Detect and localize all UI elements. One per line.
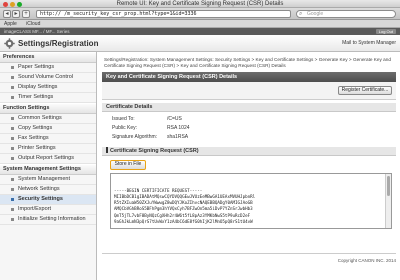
detail-row-public-key: Public Key: RSA 1024: [112, 125, 190, 132]
sidebar-item-copy-settings[interactable]: Copy Settings: [0, 124, 96, 134]
csr-textarea[interactable]: -----BEGIN CERTIFICATE REQUEST----- MIIB…: [110, 173, 392, 229]
add-icon[interactable]: +: [22, 10, 30, 18]
sidebar-item-label: Paper Settings: [18, 64, 55, 70]
detail-row-issued-to: Issued To: /C=US: [112, 116, 182, 123]
bullet-icon: [11, 147, 14, 150]
detail-label: Public Key:: [112, 125, 138, 131]
scrollbar-thumb[interactable]: [387, 176, 390, 196]
app-header: Settings/Registration Mail to System Man…: [0, 35, 400, 52]
sidebar-item-output-report[interactable]: Output Report Settings: [0, 154, 96, 164]
sidebar-item-label: Common Settings: [18, 115, 62, 121]
detail-value: /C=US: [167, 116, 182, 122]
page-title: Settings/Registration: [18, 39, 99, 48]
register-certificate-button[interactable]: Register Certificate...: [338, 86, 392, 95]
bullet-icon: [11, 66, 14, 69]
search-icon: ⌕: [299, 11, 303, 17]
sidebar-item-timer-settings[interactable]: Timer Settings: [0, 93, 96, 103]
sidebar-item-security-settings[interactable]: Security Settings: [0, 195, 96, 205]
back-icon[interactable]: ◂: [3, 10, 11, 18]
bullet-icon: [11, 127, 14, 130]
logout-button[interactable]: Log Out: [375, 29, 396, 34]
csr-heading: Certificate Signing Request (CSR): [102, 147, 396, 156]
bullet-icon: [11, 157, 14, 160]
sidebar-item-printer-settings[interactable]: Printer Settings: [0, 144, 96, 154]
csr-scrollbar[interactable]: [385, 174, 391, 228]
sidebar-item-label: Sound Volume Control: [18, 74, 74, 80]
sidebar-item-system-management[interactable]: System Management: [0, 175, 96, 185]
bullet-icon: [11, 218, 14, 221]
breadcrumb: Settings/Registration: System Management…: [104, 57, 392, 68]
mail-to-manager-link[interactable]: Mail to System Manager: [342, 40, 396, 47]
search-placeholder: Google: [307, 11, 324, 17]
bullet-icon: [11, 86, 14, 89]
bullet-icon: [11, 137, 14, 140]
bullet-icon: [11, 76, 14, 79]
window-title: Remote UI: Key and Certificate Signing R…: [116, 1, 284, 7]
sidebar-item-import-export[interactable]: Import/Export: [0, 205, 96, 215]
sidebar-group-preferences: Preferences: [0, 52, 96, 63]
sidebar-item-label: Copy Settings: [18, 125, 53, 131]
sidebar: Preferences Paper Settings Sound Volume …: [0, 52, 97, 280]
detail-label: Signature Algorithm:: [112, 134, 158, 140]
sidebar-item-label: Import/Export: [18, 206, 52, 212]
sidebar-item-display-settings[interactable]: Display Settings: [0, 83, 96, 93]
store-in-file-button[interactable]: Store in File: [110, 160, 146, 170]
sidebar-item-label: Output Report Settings: [18, 155, 74, 161]
sidebar-item-sound-volume[interactable]: Sound Volume Control: [0, 73, 96, 83]
panel-title: Key and Certificate Signing Request (CSR…: [102, 72, 396, 82]
footer-divider: [102, 253, 396, 254]
csr-heading-label: Certificate Signing Request (CSR): [110, 148, 199, 154]
sidebar-item-network-settings[interactable]: Network Settings: [0, 185, 96, 195]
bullet-icon: [11, 96, 14, 99]
browser-titlebar: Remote UI: Key and Certificate Signing R…: [0, 0, 400, 8]
bookmark-apple[interactable]: Apple: [4, 21, 17, 27]
sidebar-item-label: Display Settings: [18, 84, 58, 90]
bullet-icon: [11, 198, 14, 201]
bookmarks-bar: Apple iCloud: [0, 20, 400, 28]
copyright: Copyright CANON INC. 2014: [337, 258, 396, 263]
detail-value: sha1RSA: [167, 134, 189, 140]
bullet-icon: [11, 117, 14, 120]
sidebar-item-label: Security Settings: [18, 196, 63, 202]
sidebar-item-label: Printer Settings: [18, 145, 56, 151]
detail-row-signature-algorithm: Signature Algorithm: sha1RSA: [112, 134, 188, 141]
bookmark-icloud[interactable]: iCloud: [26, 21, 40, 27]
section-bar-icon: [106, 147, 108, 153]
sidebar-item-label: Network Settings: [18, 186, 60, 192]
detail-value: RSA 1024: [167, 125, 190, 131]
forward-icon[interactable]: ▸: [12, 10, 20, 18]
csr-text: -----BEGIN CERTIFICATE REQUEST----- MIIB…: [114, 187, 256, 225]
sidebar-group-system: System Management Settings: [0, 164, 96, 175]
address-bar[interactable]: http:// /m_security_key_csr_prop.html?ty…: [36, 10, 291, 18]
sidebar-item-fax-settings[interactable]: Fax Settings: [0, 134, 96, 144]
sidebar-item-label: System Management: [18, 176, 70, 182]
main-content: Settings/Registration: System Management…: [98, 52, 400, 280]
bullet-icon: [11, 208, 14, 211]
certificate-details-heading: Certificate Details: [102, 103, 396, 112]
settings-gear-icon: [4, 38, 15, 49]
sidebar-item-label: Initialize Setting Information: [18, 216, 86, 222]
browser-toolbar: ◂ ▸ + http:// /m_security_key_csr_prop.h…: [0, 8, 400, 20]
search-input[interactable]: ⌕ Google: [296, 10, 396, 18]
app-topbar: imageCLASS MF... / MF... Series Log Out: [0, 28, 400, 35]
sidebar-item-initialize[interactable]: Initialize Setting Information: [0, 215, 96, 225]
sidebar-item-paper-settings[interactable]: Paper Settings: [0, 63, 96, 73]
sidebar-item-common-settings[interactable]: Common Settings: [0, 114, 96, 124]
bullet-icon: [11, 188, 14, 191]
action-row: Register Certificate...: [102, 82, 396, 100]
device-crumb: imageCLASS MF... / MF... Series: [4, 29, 70, 34]
sidebar-item-label: Fax Settings: [18, 135, 49, 141]
bullet-icon: [11, 178, 14, 181]
detail-label: Issued To:: [112, 116, 135, 122]
sidebar-group-function: Function Settings: [0, 103, 96, 114]
sidebar-item-label: Timer Settings: [18, 94, 54, 100]
